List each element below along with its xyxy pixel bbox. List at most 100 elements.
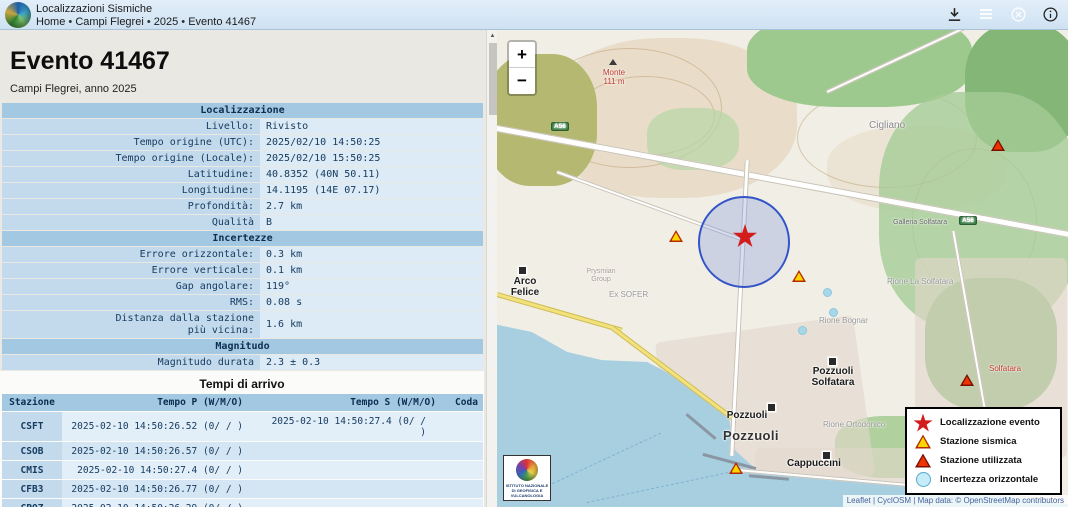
detail-label: Profondità: [2,199,260,214]
detail-row: Distanza dalla stazione più vicina:1.6 k… [2,311,483,338]
detail-row: Profondità:2.7 km [2,199,483,214]
pond-shape [829,308,838,317]
tempo-s-value [257,480,450,498]
detail-row: RMS:0.08 s [2,295,483,310]
detail-label: RMS: [2,295,260,310]
legend-triangle-yellow-icon [913,433,933,451]
detail-section-header: Localizzazione [2,103,483,118]
breadcrumb-separator: • [65,16,75,28]
panel-scrollbar[interactable]: ▲ [486,30,497,507]
triangle-fill [732,465,741,473]
detail-value: 2025/02/10 14:50:25 [260,135,483,150]
scrollbar-up-arrow[interactable]: ▲ [487,30,497,42]
scrollbar-thumb[interactable] [489,43,497,115]
tempo-p-value: 2025-02-10 14:50:26.29 (0/ / ) [62,499,257,507]
arrival-times-section: Tempi di arrivo StazioneTempo P (W/M/O)T… [0,371,484,507]
triangle-shape [915,435,931,449]
seismic-station-marker[interactable] [729,462,743,474]
pond-shape [798,326,807,335]
detail-row: Errore verticale:0.1 km [2,263,483,278]
arrival-times-table: StazioneTempo P (W/M/O)Tempo S (W/M/O)Co… [2,393,483,507]
legend-label: Stazione utilizzata [940,455,1022,466]
detail-label: Livello: [2,119,260,134]
top-header-bar: Localizzazioni Sismiche Home • Campi Fle… [0,0,1068,30]
detail-row: Livello:Rivisto [2,119,483,134]
info-icon[interactable] [1040,4,1060,24]
coda-value [450,412,483,441]
detail-value: 0.08 s [260,295,483,310]
ingv-logo[interactable] [5,2,31,28]
triangle-fill [918,456,929,466]
detail-label: Errore orizzontale: [2,247,260,262]
map-legend: Localizzazione eventoStazione sismicaSta… [905,407,1062,495]
arrivals-column-header: Stazione [2,394,62,411]
arrivals-row: CMIS2025-02-10 14:50:27.4 (0/ / ) [2,461,483,479]
tempo-s-value [257,442,450,460]
breadcrumb-link[interactable]: Campi Flegrei [75,16,143,28]
map[interactable]: Monte 111 mCiglianoA56Galleria Solfatara… [497,30,1068,507]
detail-row: Latitudine:40.8352 (40N 50.11) [2,167,483,182]
detail-value: 2.3 ± 0.3 [260,355,483,370]
detail-label: Distanza dalla stazione più vicina: [2,311,260,338]
tempo-s-value: 2025-02-10 14:50:27.4 (0/ / ) [257,412,450,441]
zoom-out-button[interactable]: − [509,68,535,94]
breadcrumb-link[interactable]: Evento 41467 [188,16,256,28]
legend-item: Incertezza orizzontale [910,470,1057,489]
detail-value: 1.6 km [260,311,483,338]
peak-icon [609,59,617,65]
legend-item: Stazione sismica [910,432,1057,451]
poi-square-icon [768,404,775,411]
arrivals-row: CFB32025-02-10 14:50:26.77 (0/ / ) [2,480,483,498]
used-station-marker[interactable] [960,374,974,386]
detail-value: Rivisto [260,119,483,134]
legend-circle-icon [913,471,933,489]
legend-label: Stazione sismica [940,436,1017,447]
triangle-fill [672,233,681,241]
tempo-p-value: 2025-02-10 14:50:26.77 (0/ / ) [62,480,257,498]
triangle-fill [918,437,929,447]
detail-section-header: Magnitudo [2,339,483,354]
close-circle-icon[interactable] [1008,4,1028,24]
map-zoom-control: + − [507,40,537,96]
detail-value: 119° [260,279,483,294]
seismic-station-marker[interactable] [669,230,683,242]
tempo-p-value: 2025-02-10 14:50:26.52 (0/ / ) [62,412,257,441]
detail-value: 40.8352 (40N 50.11) [260,167,483,182]
event-detail-panel: Evento 41467 Campi Flegrei, anno 2025 Lo… [0,30,497,507]
pond-shape [823,288,832,297]
arrival-times-title: Tempi di arrivo [0,377,484,391]
breadcrumb-link[interactable]: Home [36,16,65,28]
detail-row: Tempo origine (UTC):2025/02/10 14:50:25 [2,135,483,150]
triangle-shape [915,454,931,468]
tempo-p-value: 2025-02-10 14:50:27.4 (0/ / ) [62,461,257,479]
event-detail-table: LocalizzazioneLivello:RivistoTempo origi… [2,102,483,371]
detail-label: Gap angolare: [2,279,260,294]
detail-value: B [260,215,483,230]
used-station-marker[interactable] [991,139,1005,151]
zoom-in-button[interactable]: + [509,42,535,68]
detail-section-header: Incertezze [2,231,483,246]
detail-section-row: Magnitudo [2,339,483,354]
map-attribution[interactable]: Leaflet | CyclOSM | Map data: © OpenStre… [843,495,1068,507]
menu-icon[interactable] [976,4,996,24]
detail-value: 2.7 km [260,199,483,214]
download-icon[interactable] [944,4,964,24]
tempo-s-value [257,499,450,507]
legend-star-icon [913,414,933,432]
station-code: CPOZ [2,499,62,507]
arrivals-header-row: StazioneTempo P (W/M/O)Tempo S (W/M/O)Co… [2,394,483,411]
triangle-fill [963,377,972,385]
detail-value: 0.3 km [260,247,483,262]
detail-row: Longitudine:14.1195 (14E 07.17) [2,183,483,198]
ingv-map-logo: ISTITUTO NAZIONALEDI GEOFISICA E VULCANO… [503,455,551,501]
detail-value: 14.1195 (14E 07.17) [260,183,483,198]
station-code: CSFT [2,412,62,441]
breadcrumb-separator: • [178,16,188,28]
ingv-globe-icon [516,459,538,481]
seismic-station-marker[interactable] [792,270,806,282]
detail-row: Magnitudo durata2.3 ± 0.3 [2,355,483,370]
detail-value: 0.1 km [260,263,483,278]
detail-row: Errore orizzontale:0.3 km [2,247,483,262]
breadcrumb-link[interactable]: 2025 [154,16,178,28]
coda-value [450,461,483,479]
